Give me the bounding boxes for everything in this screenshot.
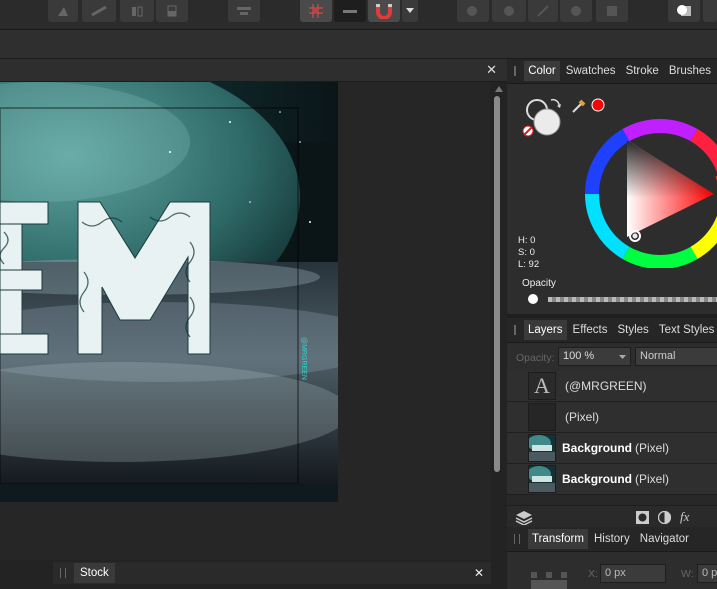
top-toolbar [0, 0, 717, 30]
layer-type: (Pixel) [635, 472, 670, 486]
context-toolbar [0, 30, 717, 59]
tab-styles[interactable]: Styles [613, 320, 652, 340]
tab-text-styles[interactable]: Text Styles [655, 320, 717, 340]
tab-history[interactable]: History [590, 529, 634, 549]
vertical-scroll-thumb[interactable] [494, 96, 500, 472]
join-curves-button[interactable] [560, 0, 592, 22]
saturation-value: S: 0 [518, 247, 535, 258]
width-value: 0 px [702, 567, 717, 579]
add-node-button[interactable] [457, 0, 489, 22]
opacity-slider[interactable] [548, 297, 717, 302]
tab-navigator[interactable]: Navigator [636, 529, 693, 549]
close-document-icon[interactable]: ✕ [486, 62, 497, 78]
anchor-grid-icon[interactable] [531, 570, 567, 589]
persona-extra-button[interactable] [703, 0, 717, 22]
stock-panel-grip[interactable] [60, 568, 66, 578]
x-label: X: [588, 568, 598, 580]
tab-layers[interactable]: Layers [524, 320, 567, 340]
layer-row-background-1[interactable]: Background (Pixel) [507, 433, 717, 464]
tab-brushes[interactable]: Brushes [665, 61, 715, 81]
layer-name: Background [562, 441, 633, 455]
hsl-readout: H: 0 S: 0 L: 92 [518, 235, 539, 271]
layer-type: (@MRGREEN) [565, 379, 647, 393]
layer-opacity-label: Opacity: [516, 352, 555, 364]
close-stock-icon[interactable]: ✕ [474, 566, 484, 580]
layer-opacity-field[interactable]: 100 % [558, 347, 631, 366]
layers-panel-grip[interactable] [514, 325, 516, 335]
layer-type: (Pixel) [635, 441, 670, 455]
layer-row-pixel[interactable]: (Pixel) [507, 402, 717, 433]
color-wheel[interactable] [584, 118, 717, 268]
mask-layer-icon[interactable] [636, 511, 649, 524]
watermark-text: @MRGREEN [300, 337, 307, 380]
x-position-field[interactable]: 0 px [600, 564, 666, 583]
transform-panel-grip[interactable] [514, 534, 520, 544]
layers-panel-tabbar: Layers Effects Styles Text Styles [507, 318, 717, 343]
adjustment-layer-icon[interactable] [658, 511, 671, 524]
empty-thumb [528, 403, 556, 431]
snapping-dropdown-icon[interactable] [402, 0, 418, 22]
arrange-button[interactable] [228, 0, 260, 22]
layer-row-background-2[interactable]: Background (Pixel) [507, 464, 717, 495]
color-panel-grip[interactable] [514, 66, 517, 76]
persona-button[interactable] [668, 0, 700, 22]
break-curve-button[interactable] [528, 0, 558, 22]
text-layer-icon: A [528, 372, 556, 400]
layer-row-text[interactable]: A (@MRGREEN) [507, 371, 717, 402]
tab-stroke[interactable]: Stroke [622, 61, 663, 81]
color-panel-tabbar: Color Swatches Stroke Brushes [507, 59, 717, 84]
scroll-up-icon[interactable] [495, 86, 503, 92]
pixel-selection-icon[interactable] [300, 0, 332, 22]
layers-options-bar: Opacity: 100 % Normal [507, 343, 717, 371]
transform-panel-tabbar: Transform History Navigator [507, 527, 717, 552]
document-tab-bar: ✕ [0, 59, 507, 82]
x-position-value: 0 px [605, 567, 626, 579]
layer-type: (Pixel) [565, 410, 600, 424]
snapping-icon[interactable] [334, 0, 366, 22]
align-left-button[interactable] [48, 0, 78, 22]
layer-effects-icon[interactable]: fx [680, 509, 689, 525]
flip-vertical-button[interactable] [156, 0, 188, 22]
layer-opacity-value: 100 % [563, 350, 595, 362]
tab-swatches[interactable]: Swatches [562, 61, 620, 81]
blend-mode-select[interactable]: Normal [635, 347, 717, 366]
document-artwork[interactable]: @MRGREEN [0, 82, 338, 502]
reverse-curve-button[interactable] [596, 0, 628, 22]
opacity-dropdown-icon [619, 355, 626, 359]
w-label: W: [681, 568, 694, 580]
hue-value: H: 0 [518, 235, 536, 246]
tab-transform[interactable]: Transform [528, 529, 588, 549]
opacity-label: Opacity [522, 278, 556, 289]
layers-stack-icon[interactable] [515, 509, 533, 525]
image-thumb [528, 434, 556, 462]
layers-footer: fx [507, 505, 717, 528]
image-thumb [528, 465, 556, 493]
tab-color[interactable]: Color [524, 61, 560, 81]
layers-list-empty-area [507, 495, 717, 505]
color-panel: H: 0 S: 0 L: 92 Opacity [507, 84, 717, 314]
lightness-value: L: 92 [518, 259, 540, 270]
stock-panel-tabbar: Stock ✕ [53, 562, 491, 584]
delete-node-button[interactable] [492, 0, 526, 22]
red-magnet-icon[interactable] [368, 0, 400, 22]
align-center-button[interactable] [82, 0, 116, 22]
width-field[interactable]: 0 px [697, 564, 717, 583]
tab-stock[interactable]: Stock [74, 563, 115, 583]
opacity-slider-knob[interactable] [528, 294, 538, 304]
fill-stroke-wells[interactable] [521, 96, 567, 140]
tab-effects[interactable]: Effects [569, 320, 612, 340]
flip-horizontal-button[interactable] [120, 0, 154, 22]
layer-name: Background [562, 472, 633, 486]
transform-panel: X: 0 px W: 0 px [507, 552, 717, 589]
blend-mode-value: Normal [640, 350, 676, 362]
eyedropper-icon[interactable] [571, 96, 605, 114]
